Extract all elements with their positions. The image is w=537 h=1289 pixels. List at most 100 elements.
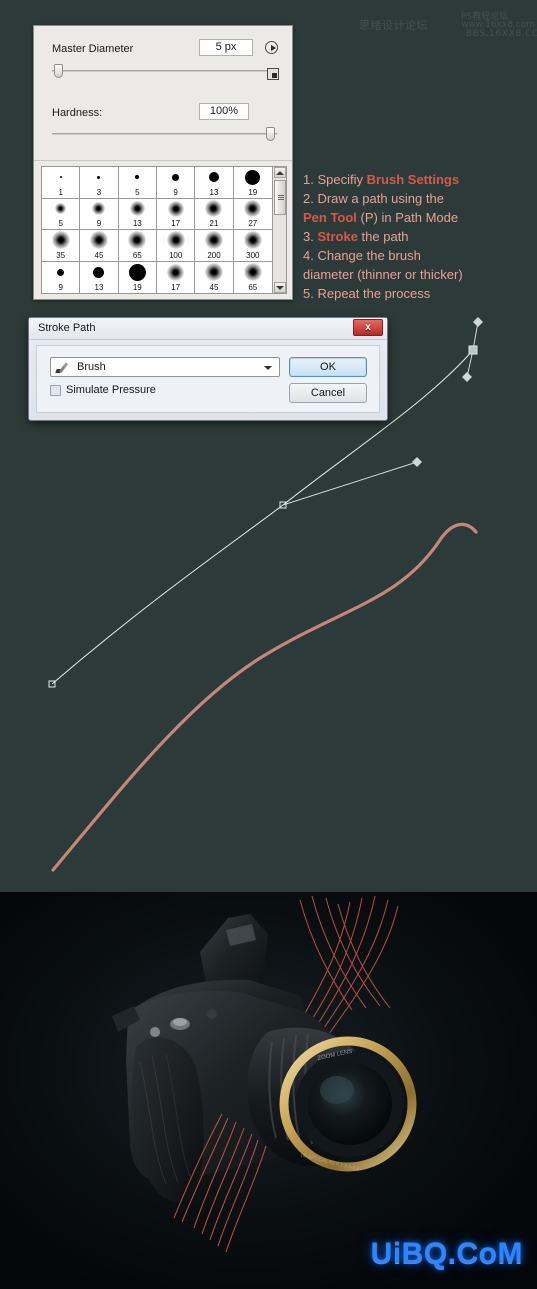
close-icon[interactable]: x: [353, 319, 383, 336]
brush-preset-list[interactable]: 1 3 5 9 13 19 5 9 13 17 21 27 35 45 65 100 200 300 9 13 19 17…: [41, 166, 287, 294]
instruction-number: 5.: [303, 286, 318, 301]
brush-list-scrollbar[interactable]: [272, 167, 286, 293]
brush-preset-panel[interactable]: Master Diameter 5 px Hardness: 100% 1359…: [33, 25, 293, 300]
brush-dot-icon: [243, 231, 262, 250]
path-anchor-selected[interactable]: [468, 345, 478, 355]
scrollbar-thumb[interactable]: [274, 180, 286, 215]
brush-preview: [195, 167, 232, 188]
brush-preview: [42, 230, 79, 251]
brush-size-label: 300: [246, 250, 260, 260]
instruction-line: diameter (thinner or thicker): [303, 265, 535, 284]
path-handle-point-top-lower[interactable]: [462, 372, 472, 382]
brush-preset-cell[interactable]: 5: [42, 198, 81, 230]
instruction-text: Draw a path using the: [317, 191, 444, 206]
brush-preset-cell[interactable]: 17: [156, 261, 196, 293]
brush-size-label: 13: [132, 219, 142, 228]
instruction-number: 1.: [303, 172, 318, 187]
brush-preset-cell[interactable]: 3: [80, 167, 119, 199]
brush-preview: [195, 230, 232, 251]
scroll-down-arrow-icon[interactable]: [274, 282, 286, 293]
brush-preset-cell[interactable]: 45: [195, 261, 234, 293]
brush-dot-icon: [172, 173, 180, 181]
brush-preset-cell[interactable]: 45: [80, 230, 119, 262]
hardness-value[interactable]: 100%: [199, 103, 249, 120]
instruction-text: (P) in Path Mode: [356, 210, 459, 225]
brush-preset-cell[interactable]: 1: [42, 167, 81, 199]
brush-size-label: 13: [209, 187, 219, 197]
brush-size-label: 5: [58, 219, 63, 228]
slider-thumb[interactable]: [266, 127, 275, 141]
instruction-text: the path: [357, 229, 409, 244]
slider-thumb[interactable]: [54, 64, 63, 78]
brush-preset-cell[interactable]: 21: [195, 198, 234, 230]
brush-dot-icon: [93, 266, 105, 278]
ok-button[interactable]: OK: [289, 357, 367, 377]
brush-preview: [195, 262, 232, 284]
brush-size-label: 21: [209, 219, 219, 228]
brush-preview: [42, 262, 79, 284]
brush-preview: [119, 199, 156, 220]
dialog-title-bar[interactable]: Stroke Path x: [29, 318, 387, 340]
brush-preset-cell[interactable]: 17: [156, 198, 196, 230]
instruction-text: diameter (thinner or thicker): [303, 267, 463, 282]
brush-preview: [234, 167, 272, 188]
panel-menu-button[interactable]: [264, 40, 279, 55]
brush-preset-cell[interactable]: 9: [42, 261, 81, 293]
brush-preset-cell[interactable]: 35: [42, 230, 81, 262]
dialog-body: Brush Simulate Pressure OK Cancel: [36, 345, 380, 413]
instruction-number: 2.: [303, 191, 318, 206]
chevron-down-icon[interactable]: [264, 366, 272, 370]
brush-preset-cell[interactable]: 9: [156, 167, 196, 199]
brush-size-label: 100: [168, 250, 183, 260]
master-diameter-value[interactable]: 5 px: [199, 39, 253, 56]
hardness-slider[interactable]: [52, 127, 277, 141]
brush-preset-cell[interactable]: 300: [233, 230, 272, 262]
path-handle-point-middle[interactable]: [412, 457, 422, 467]
new-brush-button[interactable]: [265, 66, 280, 81]
stroke-path-dialog[interactable]: Stroke Path x Brush Simulate Pressure OK…: [28, 317, 388, 421]
brush-preset-cell[interactable]: 100: [156, 230, 196, 262]
brush-dot-icon: [92, 202, 106, 216]
brush-preset-cell[interactable]: 65: [118, 230, 157, 262]
brush-size-label: 65: [248, 283, 258, 292]
brush-preset-cell[interactable]: 13: [80, 261, 119, 293]
brush-preview: [42, 199, 79, 220]
tool-select[interactable]: Brush: [50, 357, 280, 377]
brush-preset-cell[interactable]: 200: [195, 230, 234, 262]
brush-size-label: 9: [96, 219, 102, 228]
brush-preset-cell[interactable]: 9: [80, 198, 119, 230]
brush-preview: [80, 167, 117, 188]
cancel-button[interactable]: Cancel: [289, 383, 367, 403]
brush-preset-cell[interactable]: 13: [118, 198, 157, 230]
brush-size-label: 35: [56, 250, 66, 260]
brush-preset-cell[interactable]: 13: [195, 167, 234, 199]
brush-size-label: 17: [171, 283, 181, 292]
brush-preview: [157, 230, 194, 251]
master-diameter-slider[interactable]: [52, 64, 277, 78]
simulate-pressure-checkbox[interactable]: [50, 384, 61, 396]
simulate-pressure-row[interactable]: Simulate Pressure: [50, 384, 156, 396]
brush-size-label: 45: [209, 283, 219, 292]
brush-preset-cell[interactable]: 5: [118, 167, 157, 199]
brush-preset-cell[interactable]: 19: [118, 261, 157, 293]
brush-preview: [195, 199, 232, 220]
brush-preview: [157, 167, 194, 188]
instruction-line: Pen Tool (P) in Path Mode: [303, 208, 535, 227]
brush-preview: [80, 199, 117, 220]
instruction-text: Repeat the process: [317, 286, 431, 301]
brush-icon: [55, 360, 71, 374]
brush-preset-cell[interactable]: 27: [233, 198, 272, 230]
simulate-pressure-label: Simulate Pressure: [66, 384, 156, 396]
path-handle-line-middle: [282, 461, 418, 506]
brush-size-label: 19: [132, 283, 142, 292]
new-brush-icon: [266, 67, 279, 80]
brush-preset-cell[interactable]: 65: [233, 261, 272, 293]
brush-size-label: 27: [248, 219, 258, 228]
scroll-up-arrow-icon[interactable]: [274, 167, 286, 178]
brush-preset-cell[interactable]: 19: [233, 167, 272, 199]
brush-preview: [234, 262, 272, 284]
path-handle-point-top-upper[interactable]: [473, 317, 483, 327]
brush-dot-icon: [57, 268, 65, 276]
brush-size-label: 45: [94, 250, 104, 260]
brush-preset-grid[interactable]: 1 3 5 9 13 19 5 9 13 17 21 27 35 45 65 100 200 300 9 13 19 17…: [42, 167, 272, 293]
